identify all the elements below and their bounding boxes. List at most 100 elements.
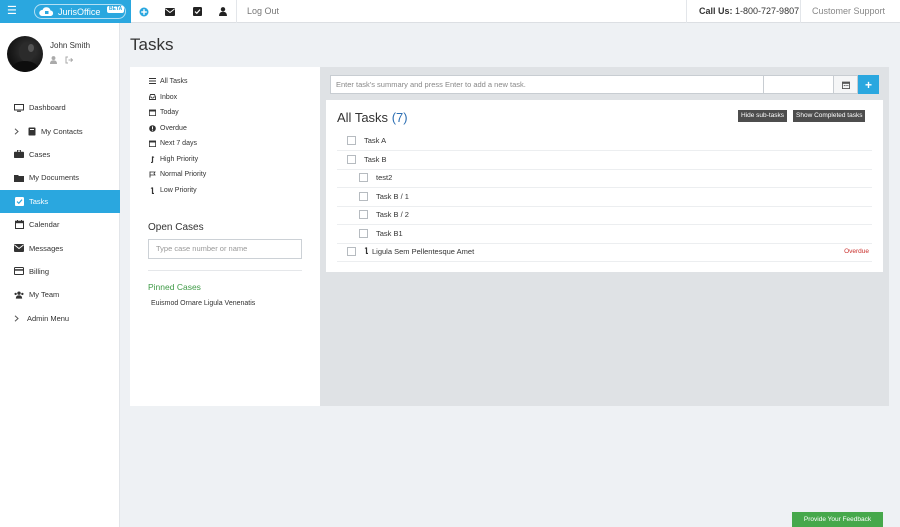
briefcase-icon [14, 149, 24, 159]
sidebar-item-label: Tasks [29, 196, 49, 206]
top-bar: ☰ JurisOffice BETA Log Out Call Us: 1-80… [0, 0, 900, 23]
overdue-badge: Overdue [844, 248, 869, 256]
book-icon [27, 126, 36, 136]
sidebar-item-label: Dashboard [29, 103, 66, 113]
task-checkbox[interactable] [359, 173, 368, 183]
task-label: Task B / 1 [376, 192, 409, 202]
pinned-case-item[interactable]: Euismod Ornare Ligula Venenatis [151, 300, 255, 307]
add-task-button[interactable]: + [858, 75, 879, 94]
user-actions [50, 56, 73, 64]
case-search-input[interactable]: Type case number or name [148, 239, 302, 259]
add-icon[interactable] [131, 0, 157, 23]
filter-inbox[interactable]: Inbox [148, 93, 177, 101]
task-label: Task B1 [376, 229, 403, 239]
envelope-icon[interactable] [157, 0, 183, 23]
user-name: John Smith [50, 41, 91, 50]
task-checkbox[interactable] [347, 136, 356, 146]
low-priority-icon [364, 247, 369, 256]
sidebar-item-calendar[interactable]: Calendar [0, 213, 120, 236]
avatar-photo [11, 42, 39, 72]
tasks-panel: Enter task's summary and press Enter to … [320, 67, 889, 406]
task-row[interactable]: Task B1 [337, 225, 872, 244]
sidebar-nav: Dashboard My Contacts Cases My Documents… [0, 96, 120, 330]
hide-subtasks-button[interactable]: Hide sub-tasks [738, 110, 787, 122]
calendar-button[interactable] [834, 75, 858, 94]
filter-normal-priority[interactable]: Normal Priority [148, 170, 206, 178]
low-priority-icon [148, 186, 157, 194]
new-task-input[interactable]: Enter task's summary and press Enter to … [330, 75, 764, 94]
task-checkbox[interactable] [359, 229, 368, 239]
filter-label: Normal Priority [160, 170, 207, 178]
task-filters-panel: All Tasks Inbox Today Overdue Next 7 day… [130, 67, 320, 406]
filter-today[interactable]: Today [148, 108, 179, 116]
hamburger-menu-icon[interactable]: ☰ [7, 5, 17, 17]
filter-label: All Tasks [160, 77, 188, 85]
task-checkbox[interactable] [347, 155, 356, 165]
sidebar-item-label: My Team [29, 290, 60, 300]
list-icon [148, 77, 157, 85]
task-row[interactable]: Task B / 2 [337, 206, 872, 225]
task-checkbox[interactable] [347, 247, 356, 257]
calendar-icon [841, 81, 850, 89]
customer-support-link[interactable]: Customer Support [800, 0, 885, 23]
task-label: Task B / 2 [376, 210, 409, 220]
avatar[interactable] [7, 36, 43, 72]
logout-link[interactable]: Log Out [236, 0, 289, 23]
app-logo[interactable]: JurisOffice BETA [34, 4, 126, 19]
sidebar-item-cases[interactable]: Cases [0, 143, 120, 166]
filter-high-priority[interactable]: High Priority [148, 155, 198, 163]
sidebar-item-my-contacts[interactable]: My Contacts [0, 119, 120, 142]
sidebar-item-tasks[interactable]: Tasks [0, 189, 120, 213]
calendar-icon [14, 220, 24, 230]
sidebar-item-label: Messages [29, 243, 64, 253]
sidebar-item-label: Calendar [29, 220, 60, 230]
page-title: Tasks [130, 35, 174, 54]
open-cases-title: Open Cases [148, 222, 204, 233]
task-row[interactable]: Task B / 1 [337, 188, 872, 207]
sidebar-item-messages[interactable]: Messages [0, 236, 120, 259]
task-row[interactable]: test2 [337, 169, 872, 188]
sidebar-item-my-documents[interactable]: My Documents [0, 166, 120, 189]
feedback-button[interactable]: Provide Your Feedback [792, 512, 883, 527]
task-row[interactable]: Task B [337, 151, 872, 170]
sidebar-item-admin-menu[interactable]: Admin Menu [0, 307, 120, 330]
calendar-icon [148, 108, 157, 116]
credit-card-icon [14, 266, 24, 276]
calendar-icon [148, 139, 157, 147]
sidebar-item-billing[interactable]: Billing [0, 260, 120, 283]
task-row[interactable]: Task A [337, 132, 872, 151]
task-row[interactable]: Ligula Sem Pellentesque Amet Overdue [337, 243, 872, 262]
task-checkbox[interactable] [359, 210, 368, 220]
call-us: Call Us: 1-800-727-9807 [686, 0, 799, 23]
pinned-cases-title: Pinned Cases [148, 282, 201, 292]
show-completed-button[interactable]: Show Completed tasks [793, 110, 866, 122]
task-checkbox[interactable] [359, 192, 368, 202]
sidebar-item-my-team[interactable]: My Team [0, 283, 120, 306]
exclamation-circle-icon [148, 124, 157, 132]
beta-badge: BETA [107, 6, 125, 13]
sidebar: John Smith Dashboard My Contacts Cases M… [0, 23, 120, 527]
users-icon [14, 290, 24, 300]
check-square-icon[interactable] [184, 0, 210, 23]
user-icon[interactable] [210, 0, 236, 23]
filter-overdue[interactable]: Overdue [148, 124, 187, 132]
task-list-card: All Tasks (7) Hide sub-tasks Show Comple… [326, 100, 883, 272]
sidebar-item-label: Cases [29, 149, 51, 159]
call-us-label: Call Us: [699, 6, 733, 16]
profile-icon[interactable] [50, 56, 57, 64]
sidebar-item-label: Admin Menu [27, 313, 70, 323]
task-label: Ligula Sem Pellentesque Amet [372, 247, 475, 257]
task-label: Task B [364, 155, 387, 165]
filter-label: Inbox [160, 93, 178, 101]
sidebar-item-dashboard[interactable]: Dashboard [0, 96, 120, 119]
filter-label: Overdue [160, 124, 187, 132]
tasks-heading-label: All Tasks [337, 110, 389, 125]
filter-low-priority[interactable]: Low Priority [148, 186, 197, 194]
filter-next-7-days[interactable]: Next 7 days [148, 139, 197, 147]
due-date-input[interactable] [764, 75, 834, 94]
filter-all-tasks[interactable]: All Tasks [148, 77, 188, 85]
filter-label: Today [160, 108, 179, 116]
sidebar-item-label: Billing [29, 266, 50, 276]
cloud-logo-icon [39, 7, 54, 16]
sign-out-icon[interactable] [65, 56, 73, 64]
